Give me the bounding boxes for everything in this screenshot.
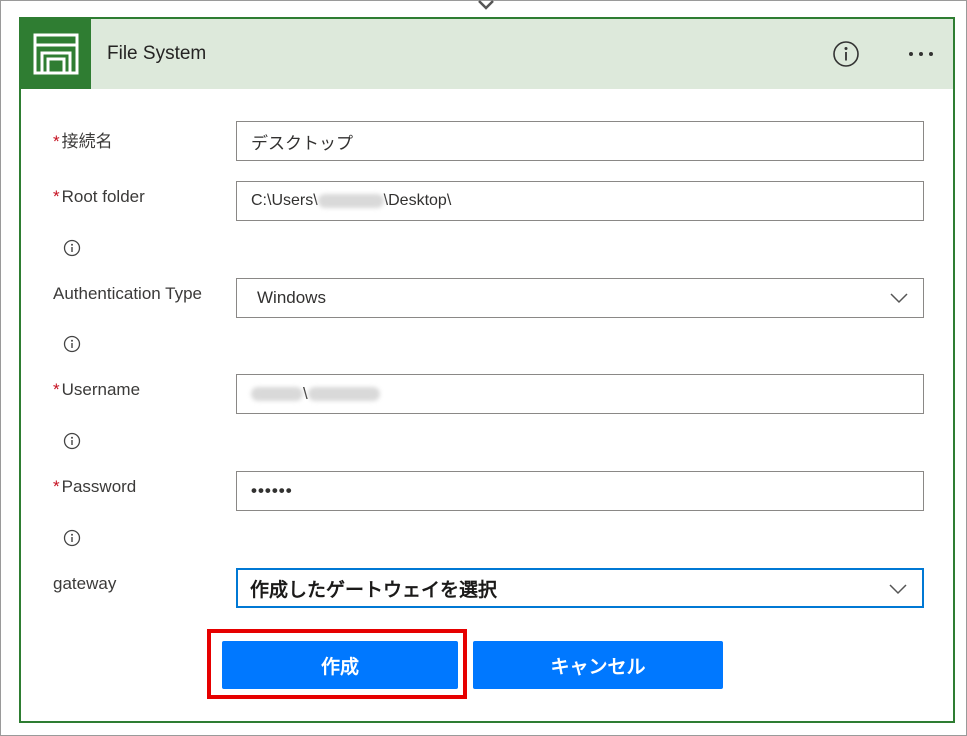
root-folder-value-prefix: C:\Users\ (251, 192, 318, 209)
username-label-text: Username (61, 380, 141, 399)
info-icon[interactable] (63, 335, 81, 353)
redacted-username (307, 387, 380, 401)
root-folder-input[interactable]: C:\Users\ \Desktop\ (236, 181, 924, 221)
auth-type-label: Authentication Type (53, 284, 202, 304)
file-system-connection-card: File System * 接続名 デスクトップ * Root folder C:\ (19, 17, 955, 723)
root-folder-label: * Root folder (53, 187, 145, 207)
card-header: File System (21, 19, 953, 89)
dot-icon (919, 52, 923, 56)
redacted-username (317, 194, 384, 208)
create-button-highlight (207, 629, 467, 699)
dot-icon (909, 52, 913, 56)
gateway-label: gateway (53, 574, 116, 594)
root-folder-value-suffix: \Desktop\ (383, 192, 452, 209)
connection-name-input[interactable]: デスクトップ (236, 121, 924, 161)
auth-type-value: Windows (257, 288, 326, 307)
file-system-icon (21, 19, 91, 89)
more-options-button[interactable] (901, 40, 941, 68)
auth-type-dropdown[interactable]: Windows (236, 278, 924, 318)
password-input[interactable]: •••••• (236, 471, 924, 511)
gateway-dropdown[interactable]: 作成したゲートウェイを選択 (236, 568, 924, 608)
info-icon[interactable] (832, 40, 860, 68)
window-frame: File System * 接続名 デスクトップ * Root folder C:\ (0, 0, 967, 736)
auth-type-label-text: Authentication Type (53, 284, 203, 303)
connection-name-label-text: 接続名 (61, 132, 113, 151)
info-icon[interactable] (63, 239, 81, 257)
required-asterisk: * (53, 132, 60, 151)
required-asterisk: * (53, 477, 60, 496)
password-label-text: Password (61, 477, 137, 496)
chevron-down-icon (890, 293, 908, 304)
password-value: •••••• (251, 481, 293, 500)
card-title: File System (107, 43, 207, 64)
dot-icon (929, 52, 933, 56)
password-label: * Password (53, 477, 136, 497)
connection-name-value: デスクトップ (251, 133, 353, 153)
flow-arrow-down-icon (478, 0, 494, 10)
info-icon[interactable] (63, 529, 81, 547)
gateway-label-text: gateway (53, 574, 117, 593)
gateway-value: 作成したゲートウェイを選択 (250, 579, 498, 601)
required-asterisk: * (53, 380, 60, 399)
required-asterisk: * (53, 187, 60, 206)
username-input[interactable]: \ (236, 374, 924, 414)
chevron-down-icon (889, 584, 907, 595)
root-folder-label-text: Root folder (61, 187, 145, 206)
connection-name-label: * 接続名 (53, 127, 113, 152)
redacted-domain (251, 387, 303, 401)
username-label: * Username (53, 380, 140, 400)
info-icon[interactable] (63, 432, 81, 450)
cancel-button[interactable]: キャンセル (473, 641, 723, 689)
